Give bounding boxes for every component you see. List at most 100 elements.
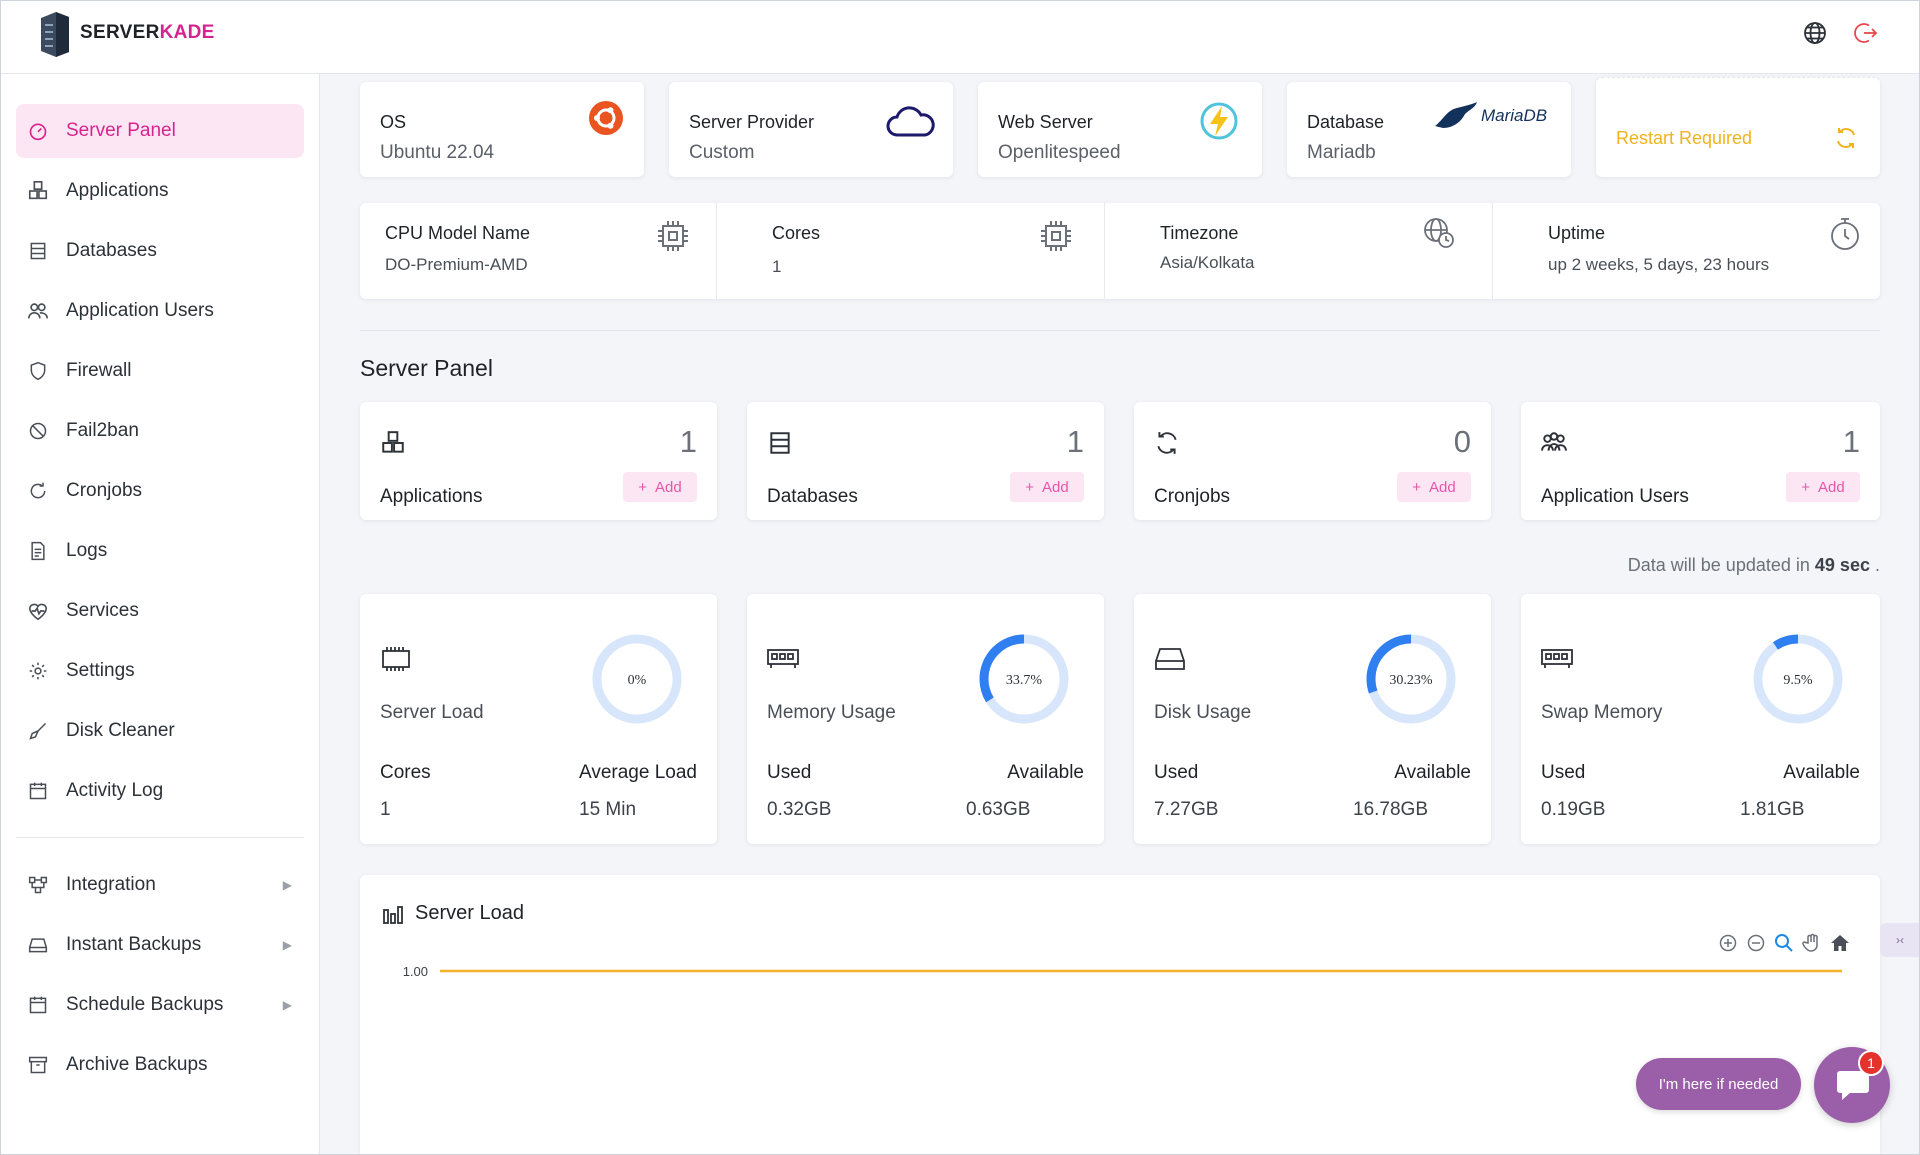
card-value: Ubuntu 22.04 [380,142,495,163]
add-database-button[interactable]: + Add [1010,472,1084,502]
sidebar-item-archive-backups[interactable]: Archive Backups [16,1038,304,1092]
shield-icon [26,359,50,383]
ring-percent-label: 0% [628,673,647,688]
sidebar-item-label: Archive Backups [66,1054,208,1075]
top-bar: SERVERKADE [0,0,1920,74]
sidebar-item-application-users[interactable]: Application Users [16,284,304,338]
add-application-user-button[interactable]: + Add [1786,472,1860,502]
sidebar-item-integration[interactable]: Integration ▶ [16,858,304,912]
restart-required-label: Restart Required [1616,128,1753,148]
os-card: OS Ubuntu 22.04 [360,82,644,177]
sidebar-item-activity-log[interactable]: Activity Log [16,764,304,818]
card-title: Database [1307,112,1385,132]
pan-icon[interactable] [1802,933,1822,953]
usage-ring: 33.7% [979,634,1069,724]
sidebar-item-disk-cleaner[interactable]: Disk Cleaner [16,704,304,758]
logout-icon[interactable] [1853,20,1879,46]
brand-name: SERVERKADE [80,22,215,43]
chart-toolbar [1718,933,1850,953]
zoom-in-icon[interactable] [1718,933,1738,953]
usage-value: 1.81GB [1740,799,1805,820]
sidebar-item-firewall[interactable]: Firewall [16,344,304,398]
sidebar-item-label: Schedule Backups [66,994,224,1015]
sidebar-item-server-panel[interactable]: Server Panel [16,104,304,158]
archive-icon [26,1053,50,1077]
sidebar-item-label: Logs [66,540,108,561]
home-icon[interactable] [1830,933,1850,953]
help-prompt[interactable]: I'm here if needed [1636,1058,1801,1110]
chip-icon [382,647,410,671]
usage-key: Used [767,762,812,783]
count-value: 1 [1066,424,1084,459]
expand-arrow-icon: ▶ [282,938,292,952]
uptime-cell: Uptime up 2 weeks, 5 days, 23 hours [1493,203,1880,299]
refresh-icon [26,479,50,503]
cores-cell: Cores 1 [717,203,1105,299]
cronjobs-count-card: 0 Cronjobs + Add [1134,402,1491,520]
sidebar-item-fail2ban[interactable]: Fail2ban [16,404,304,458]
sidebar-item-label: Firewall [66,360,132,381]
sidebar-item-instant-backups[interactable]: Instant Backups ▶ [16,918,304,972]
system-info-strip: CPU Model Name DO-Premium-AMD Cores 1 Ti… [360,203,1880,299]
sidebar-item-logs[interactable]: Logs [16,524,304,578]
globe-icon[interactable] [1802,20,1828,46]
usage-value: 0.32GB [767,799,832,820]
sidebar-item-label: Disk Cleaner [66,720,175,741]
sidebar-item-schedule-backups[interactable]: Schedule Backups ▶ [16,978,304,1032]
globe-clock-icon [1424,218,1454,248]
calendar-icon [26,993,50,1017]
sidebar-item-cronjobs[interactable]: Cronjobs [16,464,304,518]
sidebar-item-label: Instant Backups [66,934,202,955]
cell-title: Timezone [1160,223,1239,243]
sidebar-item-label: Integration [66,874,156,895]
usage-key: Available [1394,762,1471,783]
refresh-icon[interactable] [1834,126,1858,150]
speedometer-icon [26,119,50,143]
sidebar: Server Panel Applications Databases Appl… [0,74,320,1155]
zoom-select-icon[interactable] [1774,933,1794,953]
add-application-button[interactable]: + Add [623,472,697,502]
add-cronjob-button[interactable]: + Add [1397,472,1471,502]
refresh-icon [1157,432,1177,454]
cell-value: up 2 weeks, 5 days, 23 hours [1548,255,1770,274]
sidebar-item-services[interactable]: Services [16,584,304,638]
ubuntu-icon [589,101,623,135]
zoom-out-icon[interactable] [1746,933,1766,953]
usage-value: 15 Min [579,799,637,820]
card-title: OS [380,112,407,132]
sidebar-item-settings[interactable]: Settings [16,644,304,698]
sidebar-item-label: Databases [66,240,157,261]
divider [360,330,1880,331]
cell-title: Uptime [1548,223,1606,243]
usage-value: 0.63GB [966,799,1031,820]
sidebar-item-applications[interactable]: Applications [16,164,304,218]
usage-value: 0.19GB [1541,799,1606,820]
lightning-icon [1200,102,1238,140]
stopwatch-icon [1831,218,1859,250]
cell-value: 1 [772,257,782,276]
application-users-count-card: 1 Application Users + Add [1521,402,1880,520]
restart-required-card[interactable]: Restart Required [1596,77,1880,177]
count-value: 1 [1842,424,1860,459]
server-rack-icon [41,12,69,57]
cpu-icon [658,221,688,251]
timezone-cell: Timezone Asia/Kolkata [1105,203,1493,299]
sidebar-item-label: Services [66,600,139,621]
database-icon [770,432,790,454]
sidebar-item-label: Activity Log [66,780,164,801]
section-title: Server Panel [360,355,493,381]
update-note: Data will be updated in 49 sec . [1627,555,1880,575]
bar-chart-icon [383,906,403,924]
mariadb-logo: MariaDB [1433,100,1547,132]
chart-title: Server Load [415,902,524,924]
side-collapse-tab[interactable]: ›‹ [1880,923,1920,957]
brand-logo[interactable]: SERVERKADE [38,8,215,58]
database-card: Database Mariadb MariaDB [1287,82,1571,177]
sidebar-item-label: Applications [66,180,169,201]
usage-name: Disk Usage [1154,702,1252,723]
disk-usage-card: Disk Usage 30.23% Used Available 7.27GB … [1134,594,1491,844]
usage-ring: 30.23% [1366,634,1456,724]
count-value: 1 [679,424,697,459]
count-value: 0 [1453,424,1471,459]
sidebar-item-databases[interactable]: Databases [16,224,304,278]
